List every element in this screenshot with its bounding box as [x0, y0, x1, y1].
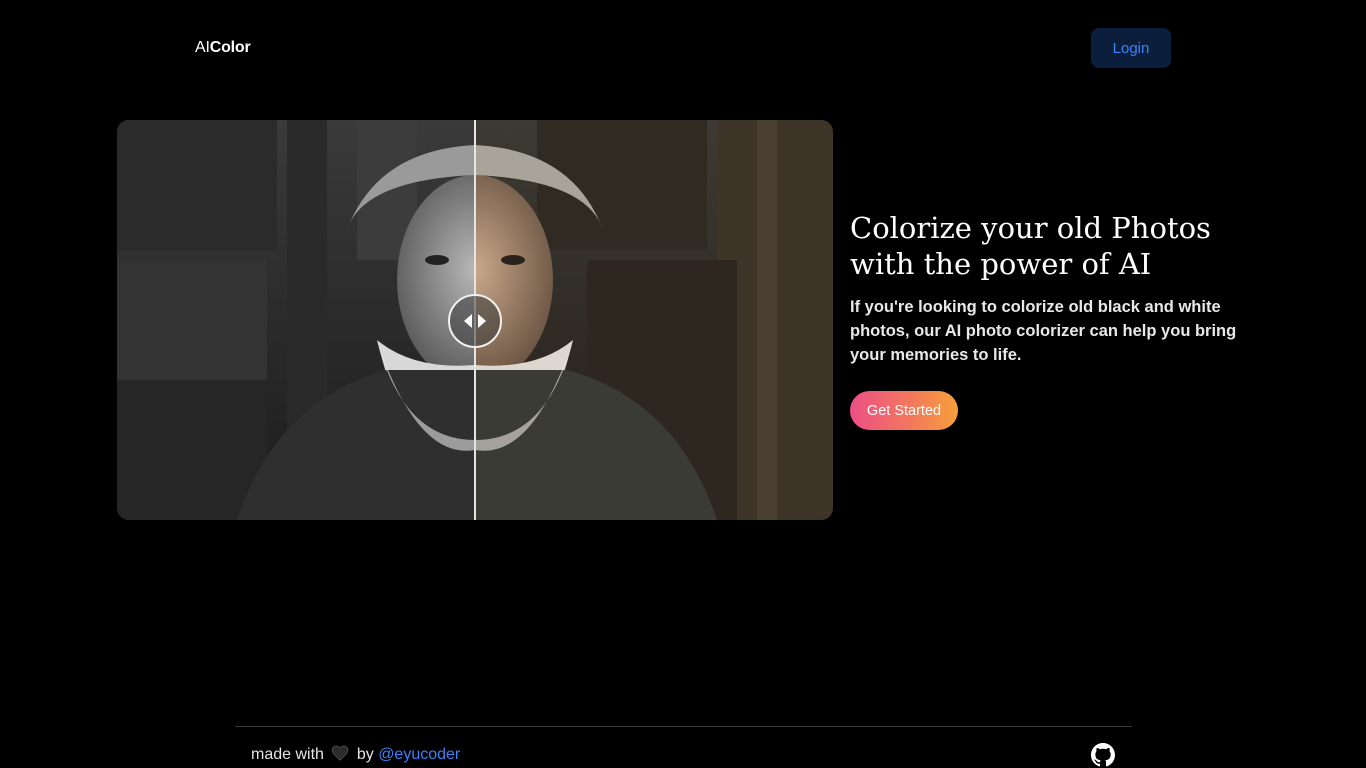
hero-title-line2: with the power of AI [850, 247, 1152, 281]
heart-icon [331, 745, 349, 766]
login-button[interactable]: Login [1091, 28, 1171, 68]
get-started-button[interactable]: Get Started [850, 391, 958, 430]
logo-strong: Color [209, 39, 251, 56]
hero-title-line1: Colorize your old Photos [850, 211, 1211, 245]
page: AIColor Login Colorize your old Photos w… [0, 0, 1366, 768]
hero-description: If you're looking to colorize old black … [850, 298, 1237, 364]
before-after-comparison[interactable] [117, 120, 833, 520]
compare-arrows-icon[interactable] [448, 294, 502, 348]
hero-title: Colorize your old Photos with the power … [850, 210, 1230, 282]
footer-divider [235, 726, 1132, 727]
github-icon[interactable] [1091, 743, 1115, 767]
made-with-text: made with [251, 746, 324, 763]
by-text: by [356, 746, 374, 763]
logo[interactable]: AIColor [195, 39, 251, 57]
author-link[interactable]: @eyucoder [378, 746, 460, 763]
logo-prefix: AI [195, 39, 210, 56]
footer-credit: made with by @eyucoder [251, 745, 460, 766]
